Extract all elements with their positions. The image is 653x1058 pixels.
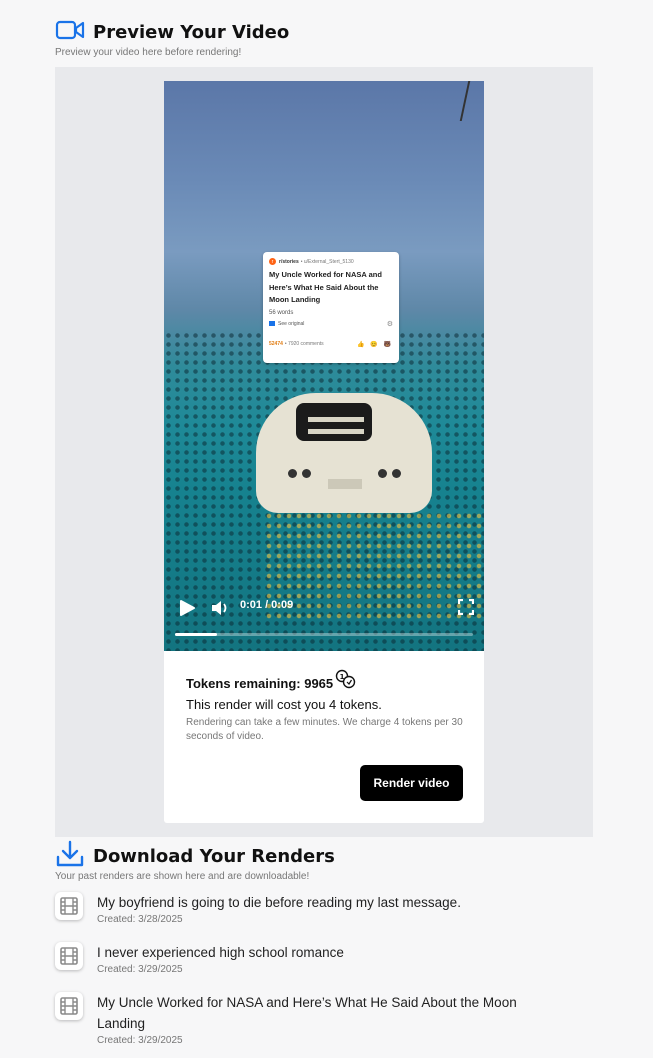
downloads-subtitle: Your past renders are shown here and are… (55, 871, 310, 882)
render-video-button[interactable]: Render video (360, 765, 463, 801)
tokens-label: Tokens remaining: 9965 (186, 676, 334, 691)
preview-subtitle: Preview your video here before rendering… (55, 47, 242, 58)
render-title[interactable]: I never experienced high school romance (97, 942, 517, 963)
post-subreddit: r/stories (279, 258, 299, 265)
reddit-post-card: r r/stories • u/External_Stert_5130 My U… (263, 252, 399, 363)
car-image (256, 373, 432, 523)
preview-card: r r/stories • u/External_Stert_5130 My U… (164, 81, 484, 823)
post-author: • u/External_Stert_5130 (300, 258, 354, 265)
video-scenery (459, 81, 483, 121)
preview-header: Preview Your Video (55, 19, 289, 46)
see-original: See original ⚙ (269, 320, 393, 328)
play-icon[interactable] (178, 599, 196, 622)
translate-icon (269, 321, 275, 326)
render-cost: This render will cost you 4 tokens. (186, 697, 382, 712)
post-comments: • 7920 comments (284, 341, 324, 347)
render-title[interactable]: My boyfriend is going to die before read… (97, 892, 517, 913)
video-controls: 0:01 / 0:09 (164, 593, 484, 651)
render-title[interactable]: My Uncle Worked for NASA and Here’s What… (97, 992, 517, 1034)
reddit-icon: r (269, 258, 276, 265)
render-date: Created: 3/28/2025 (97, 914, 183, 925)
post-meta: r r/stories • u/External_Stert_5130 (269, 258, 393, 265)
render-date: Created: 3/29/2025 (97, 1035, 183, 1046)
post-word-count: 56 words (269, 309, 294, 316)
preview-title: Preview Your Video (93, 22, 290, 43)
volume-icon[interactable] (210, 599, 230, 622)
gear-icon: ⚙ (386, 320, 393, 328)
post-stats: 52474 • 7920 comments 👍 😊 🐻 (269, 341, 393, 348)
film-icon (55, 992, 83, 1020)
fullscreen-icon[interactable] (457, 598, 475, 620)
post-reactions: 👍 😊 🐻 (357, 341, 393, 348)
film-icon (55, 942, 83, 970)
render-date: Created: 3/29/2025 (97, 964, 183, 975)
video-progress-fill (175, 633, 217, 636)
post-title: My Uncle Worked for NASA and Here’s What… (269, 270, 382, 304)
downloads-header: Download Your Renders (55, 840, 335, 873)
downloads-title: Download Your Renders (93, 846, 335, 867)
video-time: 0:01 / 0:09 (240, 599, 294, 611)
post-votes: 52474 (269, 341, 283, 347)
see-original-label: See original (278, 320, 305, 327)
download-icon (55, 840, 85, 873)
video-player[interactable]: r r/stories • u/External_Stert_5130 My U… (164, 81, 484, 651)
video-progress-bar[interactable] (175, 633, 473, 636)
video-camera-icon (55, 19, 85, 46)
film-icon (55, 892, 83, 920)
tokens-remaining: Tokens remaining: 9965 1 (186, 669, 357, 692)
render-note: Rendering can take a few minutes. We cha… (186, 717, 463, 742)
coins-icon: 1 (335, 669, 357, 692)
